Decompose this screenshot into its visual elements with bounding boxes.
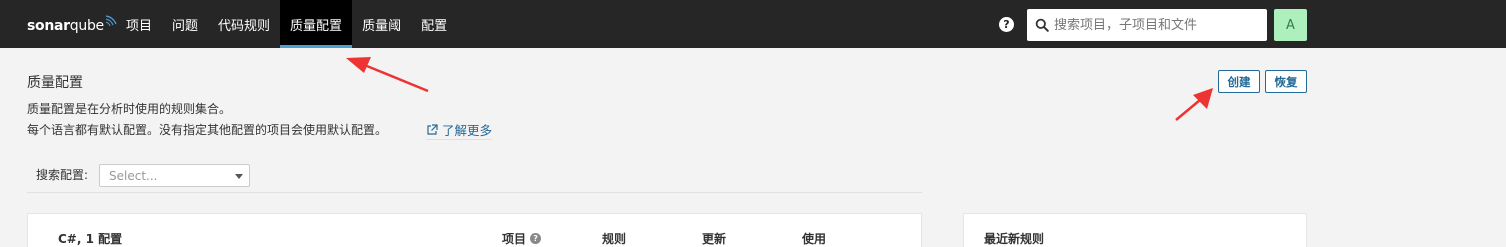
- nav-item-rules[interactable]: 代码规则: [208, 0, 280, 48]
- annotation-arrow-nav: [346, 57, 429, 93]
- sonarqube-logo[interactable]: sonarqube: [27, 14, 117, 34]
- page-description-line1: 质量配置是在分析时使用的规则集合。: [27, 102, 232, 116]
- nav-item-quality-gates[interactable]: 质量阈: [352, 0, 411, 48]
- language-header: C#, 1 配置: [58, 232, 123, 246]
- logo-text: sonarqube: [27, 18, 104, 34]
- learn-more-link[interactable]: 了解更多: [426, 120, 493, 140]
- nav-item-issues[interactable]: 问题: [162, 0, 208, 48]
- column-rules: 规则: [602, 232, 627, 246]
- page-description-line2: 每个语言都有默认配置。没有指定其他配置的项目会使用默认配置。: [27, 123, 388, 137]
- main-nav: 项目 问题 代码规则 质量配置 质量阈 配置: [116, 0, 457, 48]
- user-avatar[interactable]: A: [1274, 9, 1307, 41]
- search-input[interactable]: [1054, 17, 1254, 33]
- learn-more-label: 了解更多: [442, 123, 493, 138]
- search-profile-label: 搜索配置:: [36, 168, 89, 182]
- column-used: 使用: [802, 232, 827, 246]
- column-projects-label: 项目: [502, 232, 527, 246]
- search-icon: [1035, 18, 1049, 32]
- nav-item-projects[interactable]: 项目: [116, 0, 162, 48]
- recent-rules-title: 最近新规则: [984, 232, 1045, 246]
- help-icon[interactable]: ?: [999, 17, 1014, 32]
- page-title: 质量配置: [27, 75, 83, 91]
- restore-button[interactable]: 恢复: [1265, 70, 1307, 93]
- top-navigation-bar: sonarqube 项目 问题 代码规则 质量配置 质量阈 配置 ? A: [0, 0, 1506, 48]
- help-info-icon[interactable]: ?: [530, 233, 542, 244]
- column-projects: 项目 ?: [502, 230, 542, 247]
- external-link-icon: [427, 123, 438, 135]
- divider: [27, 192, 922, 193]
- column-updated: 更新: [702, 232, 727, 246]
- create-button[interactable]: 创建: [1218, 70, 1260, 93]
- nav-item-quality-profiles[interactable]: 质量配置: [280, 0, 353, 48]
- nav-item-administration[interactable]: 配置: [411, 0, 457, 48]
- annotation-arrow-create: [1175, 88, 1213, 121]
- global-search[interactable]: [1027, 9, 1267, 41]
- profiles-card: [27, 213, 922, 247]
- profile-select[interactable]: Select...: [99, 164, 250, 187]
- profile-select-value: Select...: [109, 168, 158, 183]
- chevron-down-icon: [235, 174, 243, 179]
